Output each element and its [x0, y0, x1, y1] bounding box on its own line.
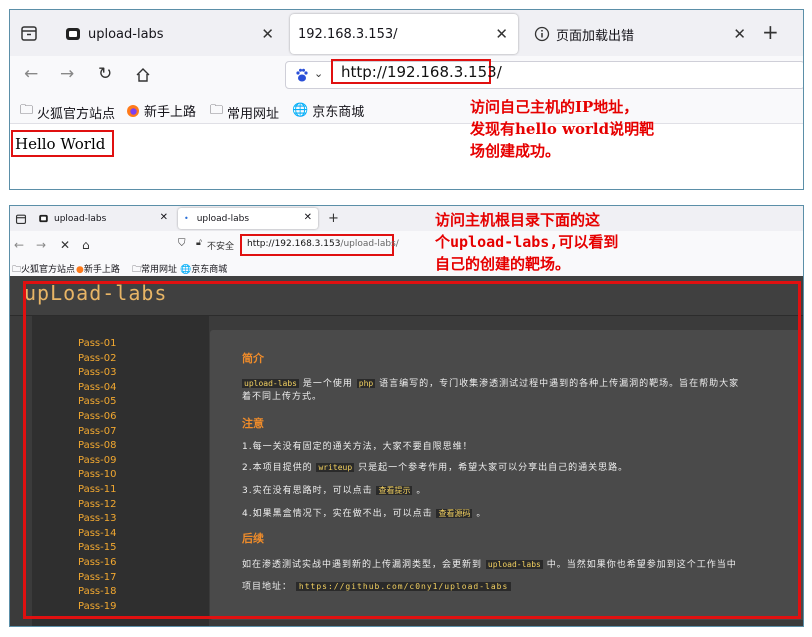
tab-label: 192.168.3.153/: [298, 26, 398, 42]
folder-icon: 🗀: [210, 103, 224, 118]
bookmark-jd-mall[interactable]: 🌐京东商城: [180, 262, 227, 275]
search-engine-dropdown-icon[interactable]: ⌄: [314, 67, 323, 80]
close-tab-icon[interactable]: ✕: [304, 212, 312, 223]
annotation-line: 访问自己主机的IP地址，: [470, 98, 639, 116]
annotation-line: 访问主机根目录下面的这: [435, 211, 601, 229]
loading-dot-icon: •: [184, 214, 189, 223]
bookmark-label: 新手上路: [144, 105, 197, 120]
bookmark-getting-started[interactable]: 新手上路: [126, 101, 196, 120]
shield-icon[interactable]: ⛉: [178, 238, 186, 249]
reload-icon[interactable]: ↻: [98, 64, 112, 84]
back-icon[interactable]: ←: [14, 238, 24, 252]
globe-icon: 🌐: [292, 103, 309, 118]
tab-ip-address[interactable]: 192.168.3.153/ ✕: [290, 14, 518, 54]
hello-world-text: Hello World: [15, 135, 106, 153]
bookmark-label: 京东商城: [191, 265, 228, 275]
tab-label: 页面加载出错: [556, 28, 635, 44]
forward-icon[interactable]: →: [60, 64, 74, 84]
upload-labs-favicon-icon: [66, 28, 80, 40]
bookmark-label: 常用网址: [227, 106, 280, 122]
bookmark-label: 常用网址: [141, 265, 178, 275]
bookmark-firefox-official[interactable]: 🗀火狐官方站点: [20, 101, 115, 123]
tab-upload-labs[interactable]: upload-labs ✕: [54, 14, 284, 54]
new-tab-icon[interactable]: +: [328, 211, 339, 226]
insecure-label: 不安全: [207, 242, 235, 252]
tab-load-error[interactable]: 页面加载出错 ✕: [524, 14, 756, 54]
new-tab-icon[interactable]: +: [762, 20, 779, 44]
annotation-line: 发现有hello world说明靶: [470, 120, 655, 138]
bookmark-common-sites[interactable]: 🗀常用网址: [210, 101, 279, 123]
close-tab-icon[interactable]: ✕: [261, 25, 274, 43]
back-icon[interactable]: ←: [24, 64, 38, 84]
baidu-paw-icon[interactable]: [294, 67, 310, 83]
tab-label: upload-labs: [196, 213, 250, 224]
annotation-top: 访问自己主机的IP地址， 发现有hello world说明靶 场创建成功。: [470, 96, 720, 162]
close-tab-icon[interactable]: ✕: [160, 212, 168, 223]
home-icon[interactable]: [134, 66, 152, 84]
tab-label: upload-labs: [88, 26, 164, 42]
tab-list-icon[interactable]: [14, 212, 28, 226]
annotation-bottom: 访问主机根目录下面的这 个upload-labs,可以看到 自己的创建的靶场。: [435, 209, 715, 275]
insecure-lock-icon[interactable]: 🔓︎: [196, 238, 202, 248]
bookmark-label: 京东商城: [312, 105, 365, 120]
bookmark-getting-started[interactable]: ●新手上路: [76, 262, 120, 275]
browser-window-top: upload-labs ✕ 192.168.3.153/ ✕ 页面加载出错 ✕ …: [9, 9, 804, 190]
home-icon[interactable]: ⌂: [82, 238, 90, 252]
close-tab-icon[interactable]: ✕: [733, 25, 746, 43]
forward-icon[interactable]: →: [36, 238, 46, 252]
tab-label: upload-labs: [54, 213, 107, 224]
bookmark-label: 火狐官方站点: [37, 106, 116, 122]
url-path: /upload-labs/: [340, 239, 399, 249]
url-host: http://192.168.3.153: [247, 239, 341, 249]
upload-labs-favicon-icon: [39, 214, 48, 223]
annotation-line: 个upload-labs,可以看到: [435, 233, 619, 251]
annotation-line: 自己的创建的靶场。: [435, 255, 571, 273]
firefox-icon: ●: [76, 265, 84, 275]
url-text[interactable]: http://192.168.3.153/: [341, 63, 502, 81]
browser-window-bottom: upload-labs ✕ • upload-labs ✕ + ← → ✕ ⌂ …: [9, 205, 804, 627]
bookmark-label: 新手上路: [83, 265, 120, 275]
tab-bar: upload-labs ✕ 192.168.3.153/ ✕ 页面加载出错 ✕ …: [10, 10, 803, 56]
annotation-line: 场创建成功。: [470, 142, 561, 160]
tab-upload-labs[interactable]: upload-labs ✕: [34, 208, 174, 229]
folder-icon: 🗀: [20, 103, 34, 118]
page-highlight-box: [23, 281, 801, 619]
bookmark-jd-mall[interactable]: 🌐京东商城: [292, 101, 364, 120]
bookmark-label: 火狐官方站点: [21, 265, 76, 275]
tab-list-icon[interactable]: [18, 22, 40, 44]
nav-bar: ← → ↻ ⌄ http://192.168.3.153/: [10, 56, 803, 94]
tab-upload-labs-active[interactable]: • upload-labs ✕: [178, 208, 318, 229]
url-text[interactable]: http://192.168.3.153/upload-labs/: [247, 239, 399, 249]
close-tab-icon[interactable]: ✕: [495, 25, 508, 43]
stop-icon[interactable]: ✕: [60, 238, 70, 252]
info-icon: [534, 26, 550, 42]
firefox-icon: [127, 104, 139, 117]
